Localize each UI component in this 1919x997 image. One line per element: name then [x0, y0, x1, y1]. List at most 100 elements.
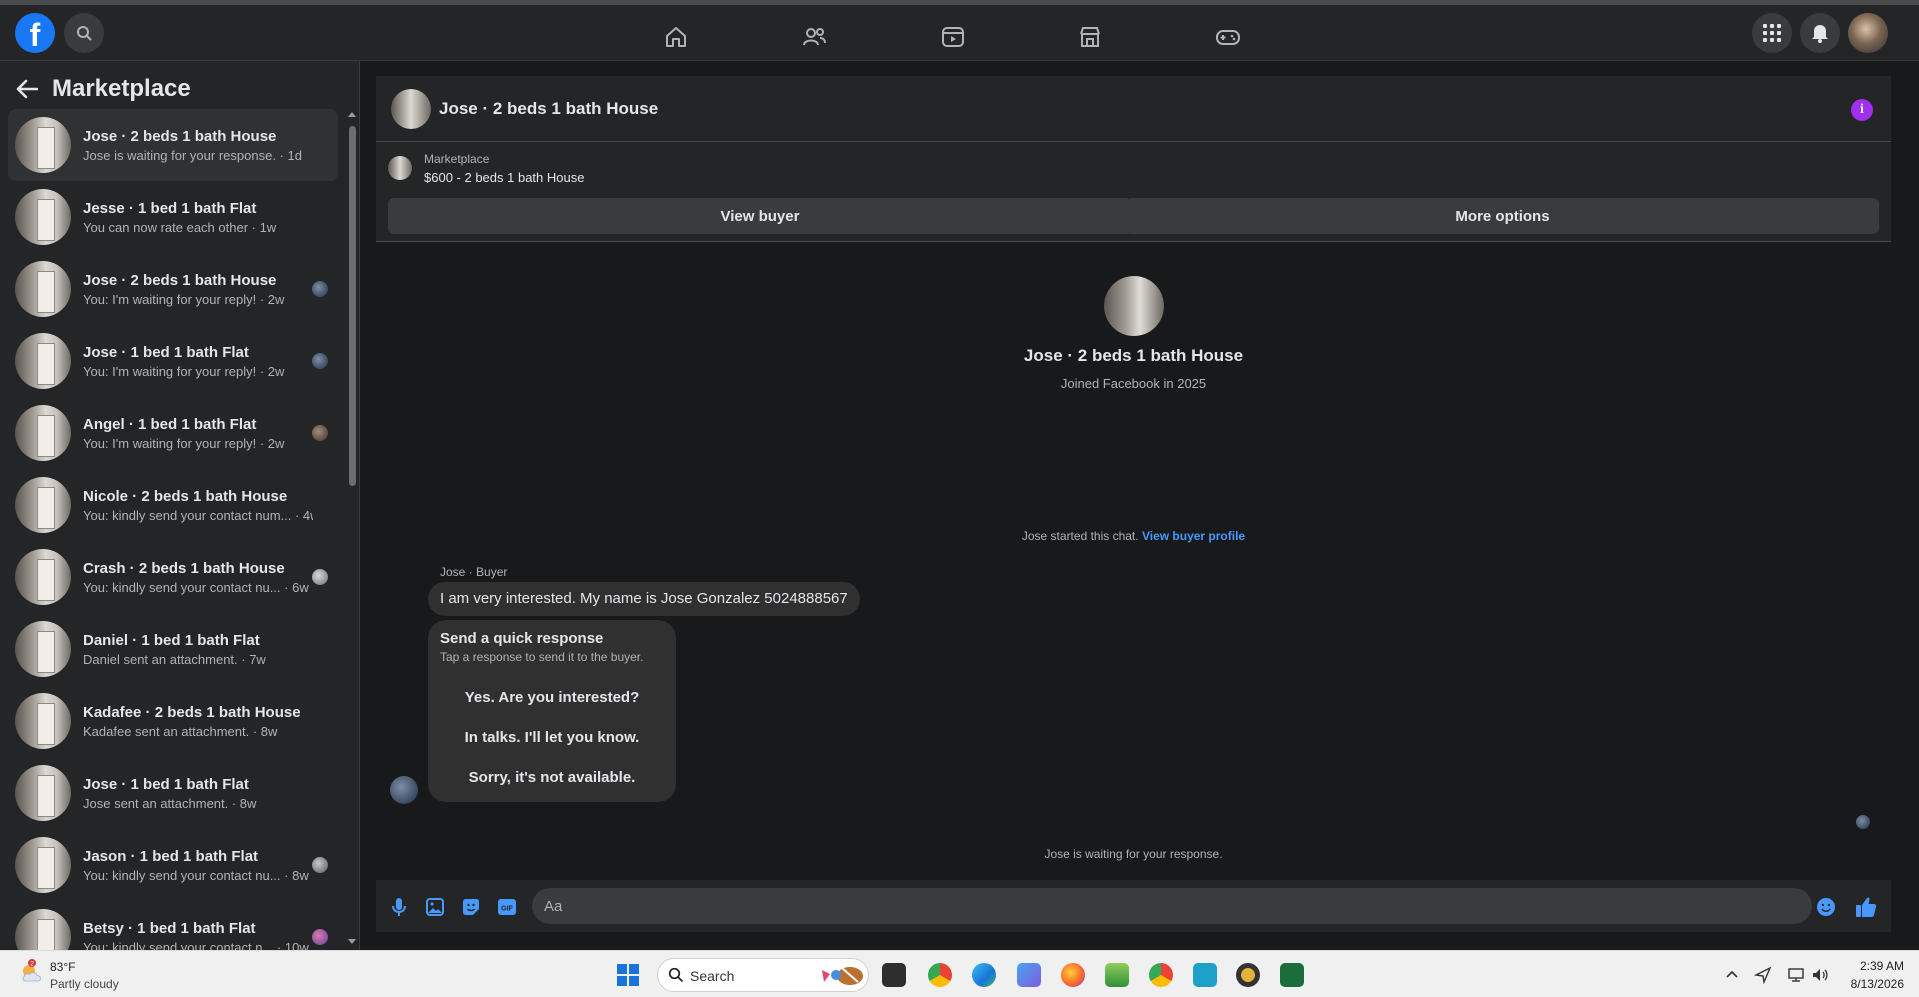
- listing-thumbnail: [15, 765, 71, 821]
- app-s-icon[interactable]: [1193, 963, 1217, 987]
- conversation-preview: You: I'm waiting for your reply! · 2w: [83, 435, 285, 451]
- listing-thumbnail: [388, 156, 412, 180]
- search-icon: [77, 26, 92, 41]
- chevron-up-icon[interactable]: [1723, 966, 1741, 984]
- conversation-item[interactable]: Jose · 1 bed 1 bath Flat You: I'm waiting…: [8, 325, 338, 397]
- profile-avatar[interactable]: [1848, 13, 1888, 53]
- quick-response-subtitle: Tap a response to send it to the buyer.: [440, 650, 644, 664]
- emoji-button[interactable]: [1815, 896, 1837, 918]
- chrome-icon[interactable]: [928, 963, 952, 987]
- conversation-item[interactable]: Jesse · 1 bed 1 bath Flat You can now rat…: [8, 181, 338, 253]
- info-icon[interactable]: i: [1851, 99, 1873, 121]
- like-button[interactable]: [1855, 896, 1877, 918]
- conversation-preview: Jose is waiting for your response. · 1d: [83, 147, 302, 163]
- sticker-button[interactable]: [460, 896, 482, 918]
- xbox-icon[interactable]: [1236, 963, 1260, 987]
- sidebar-scrollbar[interactable]: [347, 110, 357, 950]
- buyer-joined-text: Joined Facebook in 2025: [1060, 376, 1207, 391]
- nav-gaming-button[interactable]: [1172, 13, 1284, 61]
- snipping-tool-icon[interactable]: [1017, 963, 1041, 987]
- back-arrow-icon[interactable]: [16, 79, 38, 99]
- windows-taskbar: 2 83°F Partly cloudy Search 2:39 AM 8/13…: [0, 950, 1919, 997]
- facebook-logo-icon[interactable]: f: [15, 13, 55, 53]
- conversation-item[interactable]: Daniel · 1 bed 1 bath Flat Daniel sent an…: [8, 613, 338, 685]
- conversation-preview: You: kindly send your contact n... · 10w: [83, 939, 309, 951]
- weather-temperature: 83°F: [50, 960, 76, 974]
- conversation-title: Jose · 1 bed 1 bath Flat: [83, 775, 249, 793]
- conversation-title: Jason · 1 bed 1 bath Flat: [83, 847, 259, 865]
- listing-price: $600 - 2 beds 1 bath House: [424, 170, 585, 185]
- task-view-icon[interactable]: [882, 963, 906, 987]
- nav-friends-button[interactable]: [758, 13, 870, 61]
- chat-avatar[interactable]: [391, 88, 431, 129]
- chat-header: Jose · 2 beds 1 bath House i: [376, 76, 1891, 142]
- listing-thumbnail: [15, 549, 71, 605]
- read-receipt-avatar: [1856, 815, 1870, 829]
- message-input[interactable]: [532, 888, 1812, 924]
- scroll-up-icon[interactable]: [347, 110, 357, 118]
- nav-watch-button[interactable]: [897, 13, 1009, 61]
- view-buyer-button[interactable]: View buyer: [388, 198, 1132, 234]
- conversation-item[interactable]: Jose · 2 beds 1 bath House Jose is waitin…: [8, 109, 338, 181]
- app-757-icon[interactable]: [1280, 963, 1304, 987]
- conversation-preview: You: kindly send your contact num... · 4…: [83, 507, 313, 523]
- nav-home-button[interactable]: [620, 13, 732, 61]
- network-icon[interactable]: [1787, 966, 1805, 984]
- menu-button[interactable]: [1752, 13, 1792, 53]
- thumbs-up-icon: [1856, 897, 1877, 917]
- buyer-small-avatar: [390, 776, 418, 804]
- nav-marketplace-button[interactable]: [1034, 13, 1146, 61]
- conversation-item[interactable]: Angel · 1 bed 1 bath Flat You: I'm waitin…: [8, 397, 338, 469]
- gif-button[interactable]: GIF: [496, 896, 518, 918]
- conversation-title: Jose · 1 bed 1 bath Flat: [83, 343, 249, 361]
- image-icon: [426, 898, 444, 916]
- clock-time[interactable]: 2:39 AM: [1858, 959, 1904, 973]
- chat-started-notice: Jose started this chat. View buyer profi…: [376, 529, 1891, 543]
- quick-response-option[interactable]: Sorry, it's not available.: [428, 769, 676, 786]
- seen-avatar: [312, 281, 328, 297]
- video-icon: [942, 27, 964, 47]
- quick-response-option[interactable]: Yes. Are you interested?: [428, 689, 676, 706]
- conversation-item[interactable]: Betsy · 1 bed 1 bath Flat You: kindly sen…: [8, 901, 338, 950]
- conversation-item[interactable]: Nicole · 2 beds 1 bath House You: kindly …: [8, 469, 338, 541]
- edge-icon[interactable]: [972, 963, 996, 987]
- quick-response-option[interactable]: In talks. I'll let you know.: [428, 729, 676, 746]
- conversation-preview: You: kindly send your contact nu... · 6w: [83, 579, 309, 595]
- bell-icon: [1812, 25, 1828, 43]
- conversation-list: Jose · 2 beds 1 bath House Jose is waitin…: [8, 109, 338, 950]
- taskbar-search-box[interactable]: Search: [657, 958, 869, 992]
- seen-avatar: [312, 929, 328, 945]
- svg-text:GIF: GIF: [501, 906, 513, 913]
- conversation-title: Jose · 2 beds 1 bath House: [83, 271, 277, 289]
- weather-widget[interactable]: 2: [18, 959, 46, 992]
- notepad-icon[interactable]: [1105, 963, 1129, 987]
- scrollbar-thumb[interactable]: [349, 126, 356, 486]
- conversation-item[interactable]: Jose · 1 bed 1 bath Flat Jose sent an att…: [8, 757, 338, 829]
- scroll-down-icon[interactable]: [347, 938, 357, 946]
- listing-thumbnail: [15, 477, 71, 533]
- windows-start-icon[interactable]: [616, 963, 640, 987]
- view-buyer-profile-link[interactable]: View buyer profile: [1142, 529, 1245, 543]
- buyer-avatar[interactable]: [1103, 276, 1164, 336]
- conversation-title: Daniel · 1 bed 1 bath Flat: [83, 631, 260, 649]
- home-icon: [666, 27, 686, 47]
- search-button[interactable]: [64, 13, 104, 53]
- conversation-item[interactable]: Kadafee · 2 beds 1 bath House Kadafee sen…: [8, 685, 338, 757]
- weather-condition: Partly cloudy: [50, 977, 119, 991]
- voice-clip-button[interactable]: [388, 896, 410, 918]
- message-bubble[interactable]: I am very interested. My name is Jose Go…: [428, 582, 860, 616]
- conversation-item[interactable]: Crash · 2 beds 1 bath House You: kindly s…: [8, 541, 338, 613]
- attach-photo-button[interactable]: [424, 896, 446, 918]
- volume-icon[interactable]: [1811, 966, 1829, 984]
- notifications-button[interactable]: [1800, 13, 1840, 53]
- firefox-icon[interactable]: [1061, 963, 1085, 987]
- clock-date[interactable]: 8/13/2026: [1840, 977, 1904, 991]
- conversation-item[interactable]: Jose · 2 beds 1 bath House You: I'm waiti…: [8, 253, 338, 325]
- listing-thumbnail: [15, 621, 71, 677]
- location-icon[interactable]: [1754, 966, 1772, 984]
- conversation-preview: You: kindly send your contact nu... · 8w: [83, 867, 309, 883]
- more-options-button[interactable]: More options: [1126, 198, 1879, 234]
- chrome-profile-icon[interactable]: [1149, 963, 1173, 987]
- conversation-item[interactable]: Jason · 1 bed 1 bath Flat You: kindly sen…: [8, 829, 338, 901]
- chat-title[interactable]: Jose · 2 beds 1 bath House: [439, 99, 658, 119]
